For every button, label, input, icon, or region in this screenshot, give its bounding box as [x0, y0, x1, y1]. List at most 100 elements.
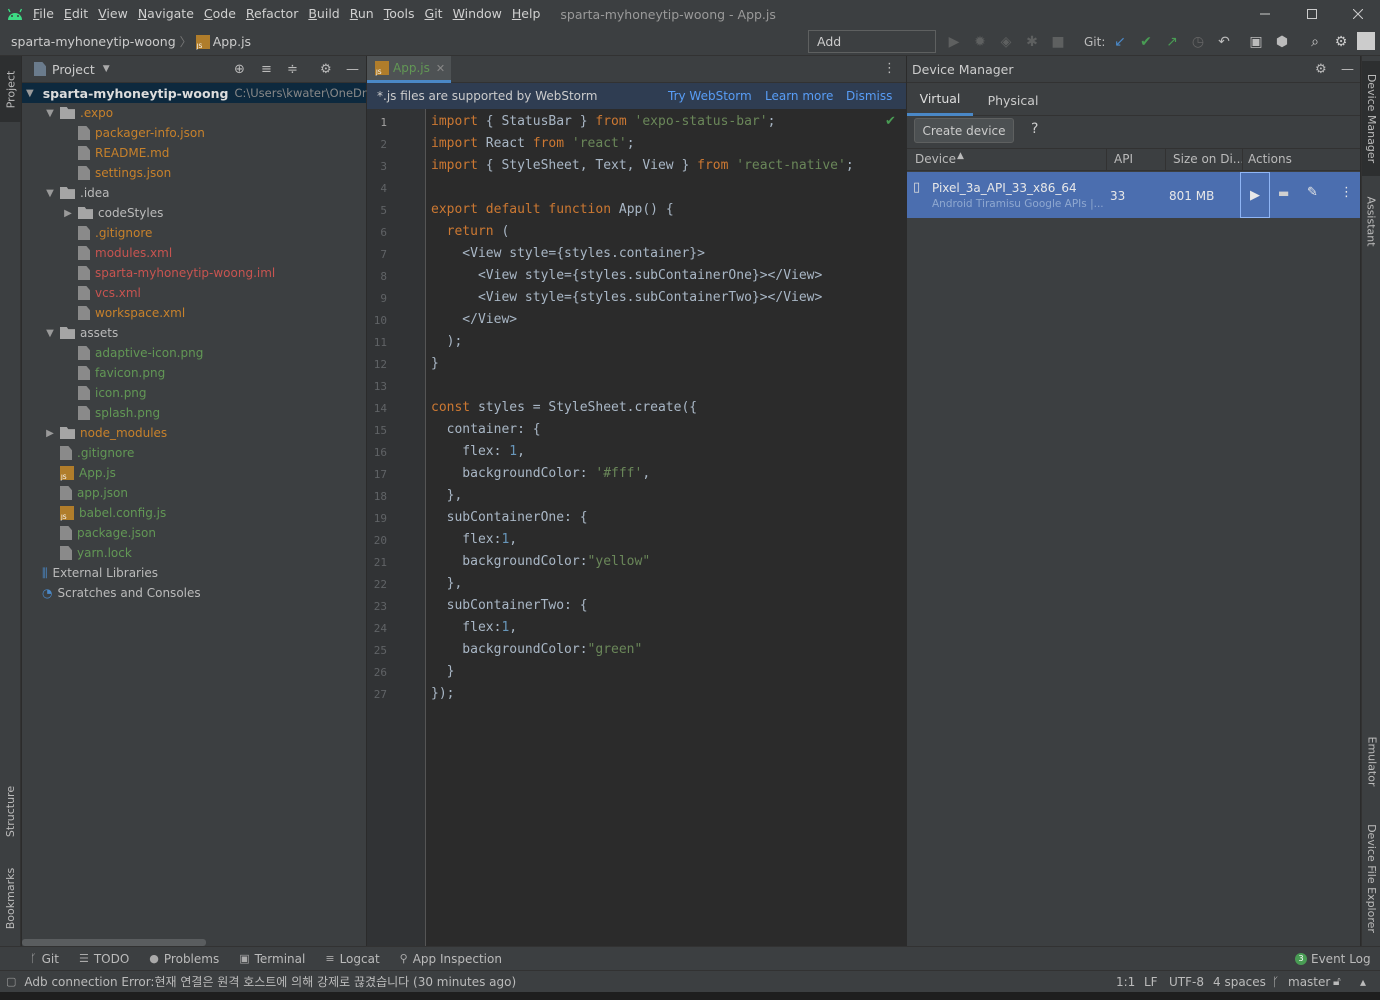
settings-gear-icon[interactable]: ⚙ — [1331, 32, 1351, 52]
learn-more-link[interactable]: Learn more — [765, 89, 833, 103]
line-separator[interactable]: LF — [1144, 975, 1158, 989]
code-line[interactable]: import { StyleSheet, Text, View } from '… — [431, 155, 854, 177]
code-line[interactable]: subContainerOne: { — [431, 507, 588, 529]
debug-icon[interactable]: ✹ — [970, 32, 990, 52]
code-line[interactable]: flex:1, — [431, 617, 517, 639]
tree-file[interactable]: README.md — [22, 143, 366, 163]
code-line[interactable]: import React from 'react'; — [431, 133, 635, 155]
chevron-right-icon[interactable]: ▶ — [62, 208, 74, 219]
code-line[interactable]: export default function App() { — [431, 199, 674, 221]
tree-file[interactable]: sparta-myhoneytip-woong.iml — [22, 263, 366, 283]
indent-setting[interactable]: 4 spaces — [1213, 975, 1266, 989]
chevron-down-icon[interactable]: ▼ — [44, 328, 56, 339]
more-actions-icon[interactable]: ⋮ — [1340, 185, 1353, 200]
collapse-all-icon[interactable]: ≑ — [287, 62, 298, 77]
edit-pencil-icon[interactable]: ✎ — [1307, 185, 1318, 200]
tree-file[interactable]: modules.xml — [22, 243, 366, 263]
chevron-down-icon[interactable]: ▼ — [26, 88, 34, 99]
tree-file[interactable]: app.json — [22, 483, 366, 503]
tree-file[interactable]: babel.config.js — [22, 503, 366, 523]
tree-file[interactable]: splash.png — [22, 403, 366, 423]
code-line[interactable]: flex:1, — [431, 529, 517, 551]
menu-git[interactable]: Git — [420, 0, 448, 28]
git-rollback-icon[interactable]: ↶ — [1214, 32, 1234, 52]
code-line[interactable]: subContainerTwo: { — [431, 595, 588, 617]
tree-file[interactable]: .gitignore — [22, 223, 366, 243]
problems-tool-button[interactable]: ● Problems — [149, 952, 219, 966]
launch-device-play-icon[interactable]: ▶ — [1240, 172, 1270, 218]
device-row[interactable]: ▯ Pixel_3a_API_33_x86_64 Android Tiramis… — [907, 172, 1360, 218]
tree-folder[interactable]: ▼ assets — [22, 323, 366, 343]
caret-position[interactable]: 1:1 — [1116, 975, 1135, 989]
search-icon[interactable]: ⌕ — [1305, 32, 1325, 52]
tree-file[interactable]: package.json — [22, 523, 366, 543]
code-line[interactable]: <View style={styles.subContainerTwo}></V… — [431, 287, 822, 309]
column-api[interactable]: API — [1114, 152, 1133, 166]
tree-file[interactable]: ⫼ External Libraries — [22, 563, 366, 583]
tree-file[interactable]: adaptive-icon.png — [22, 343, 366, 363]
try-webstorm-link[interactable]: Try WebStorm — [668, 89, 752, 103]
git-history-icon[interactable]: ◷ — [1188, 32, 1208, 52]
todo-tool-button[interactable]: ☰ TODO — [79, 952, 129, 966]
project-panel-title[interactable]: Project — [52, 62, 95, 77]
code-line[interactable]: } — [431, 661, 455, 683]
code-line[interactable]: import { StatusBar } from 'expo-status-b… — [431, 111, 775, 133]
code-line[interactable]: <View style={styles.subContainerOne}></V… — [431, 265, 822, 287]
logcat-tool-button[interactable]: ≡ Logcat — [325, 952, 379, 966]
menu-run[interactable]: Run — [345, 0, 379, 28]
dismiss-link[interactable]: Dismiss — [846, 89, 892, 103]
menu-window[interactable]: Window — [448, 0, 507, 28]
git-tool-button[interactable]: ᚴ Git — [30, 952, 59, 966]
tree-file[interactable]: settings.json — [22, 163, 366, 183]
code-line[interactable]: flex: 1, — [431, 441, 525, 463]
git-commit-icon[interactable]: ✔ — [1136, 32, 1156, 52]
bookmarks-tool-tab[interactable]: Bookmarks — [0, 856, 21, 941]
breadcrumb-project[interactable]: sparta-myhoneytip-woong — [11, 34, 176, 49]
profile-icon[interactable]: ✱ — [1022, 32, 1042, 52]
git-branch[interactable]: master — [1288, 975, 1330, 989]
breadcrumb-file[interactable]: App.js — [213, 34, 251, 49]
git-update-icon[interactable]: ↙ — [1110, 32, 1130, 52]
add-configuration-button[interactable]: Add Configuration... — [808, 30, 936, 70]
close-button[interactable] — [1335, 0, 1380, 28]
device-manager-icon[interactable]: ▣ — [1246, 32, 1266, 52]
locate-file-icon[interactable]: ⊕ — [234, 62, 245, 77]
tab-virtual[interactable]: Virtual — [907, 84, 973, 116]
tree-folder[interactable]: ▼ .expo — [22, 103, 366, 123]
status-toggle-icon[interactable]: ▢ — [6, 975, 16, 988]
tree-file[interactable]: icon.png — [22, 383, 366, 403]
menu-edit[interactable]: Edit — [59, 0, 93, 28]
structure-tool-tab[interactable]: Structure — [0, 771, 21, 851]
horizontal-scrollbar[interactable] — [22, 939, 206, 946]
chevron-right-icon[interactable]: ▶ — [44, 428, 56, 439]
hide-panel-icon[interactable]: — — [346, 62, 359, 77]
menu-view[interactable]: View — [93, 0, 133, 28]
menu-navigate[interactable]: Navigate — [133, 0, 199, 28]
tree-file[interactable]: .gitignore — [22, 443, 366, 463]
tree-file[interactable]: workspace.xml — [22, 303, 366, 323]
tree-root[interactable]: ▼ sparta-myhoneytip-woong C:\Users\kwate… — [22, 83, 377, 103]
menu-refactor[interactable]: Refactor — [241, 0, 303, 28]
event-log-button[interactable]: 3 Event Log — [1295, 952, 1371, 966]
menu-tools[interactable]: Tools — [379, 0, 420, 28]
code-line[interactable]: backgroundColor:"yellow" — [431, 551, 650, 573]
chevron-down-icon[interactable]: ▼ — [103, 64, 110, 74]
editor-tab-app-js[interactable]: App.js ✕ — [367, 56, 451, 83]
coverage-icon[interactable]: ◈ — [996, 32, 1016, 52]
emulator-tool-tab[interactable]: Emulator — [1362, 731, 1380, 791]
code-line[interactable]: backgroundColor: '#fff', — [431, 463, 650, 485]
device-manager-tool-tab[interactable]: Device Manager — [1362, 61, 1380, 176]
code-line[interactable]: <View style={styles.container}> — [431, 243, 705, 265]
tree-folder[interactable]: ▶ codeStyles — [22, 203, 366, 223]
tree-file[interactable]: App.js — [22, 463, 366, 483]
tab-physical[interactable]: Physical — [973, 84, 1053, 116]
tree-file[interactable]: yarn.lock — [22, 543, 366, 563]
chevron-down-icon[interactable]: ▼ — [44, 188, 56, 199]
code-line[interactable]: }, — [431, 573, 463, 595]
run-icon[interactable]: ▶ — [944, 32, 964, 52]
lock-icon[interactable]: 🔓︎ — [1333, 974, 1341, 989]
sdk-manager-icon[interactable]: ⬢ — [1272, 32, 1292, 52]
tree-folder[interactable]: ▶ node_modules — [22, 423, 366, 443]
more-options-icon[interactable]: ⋮ — [883, 61, 896, 76]
code-line[interactable]: }, — [431, 485, 463, 507]
